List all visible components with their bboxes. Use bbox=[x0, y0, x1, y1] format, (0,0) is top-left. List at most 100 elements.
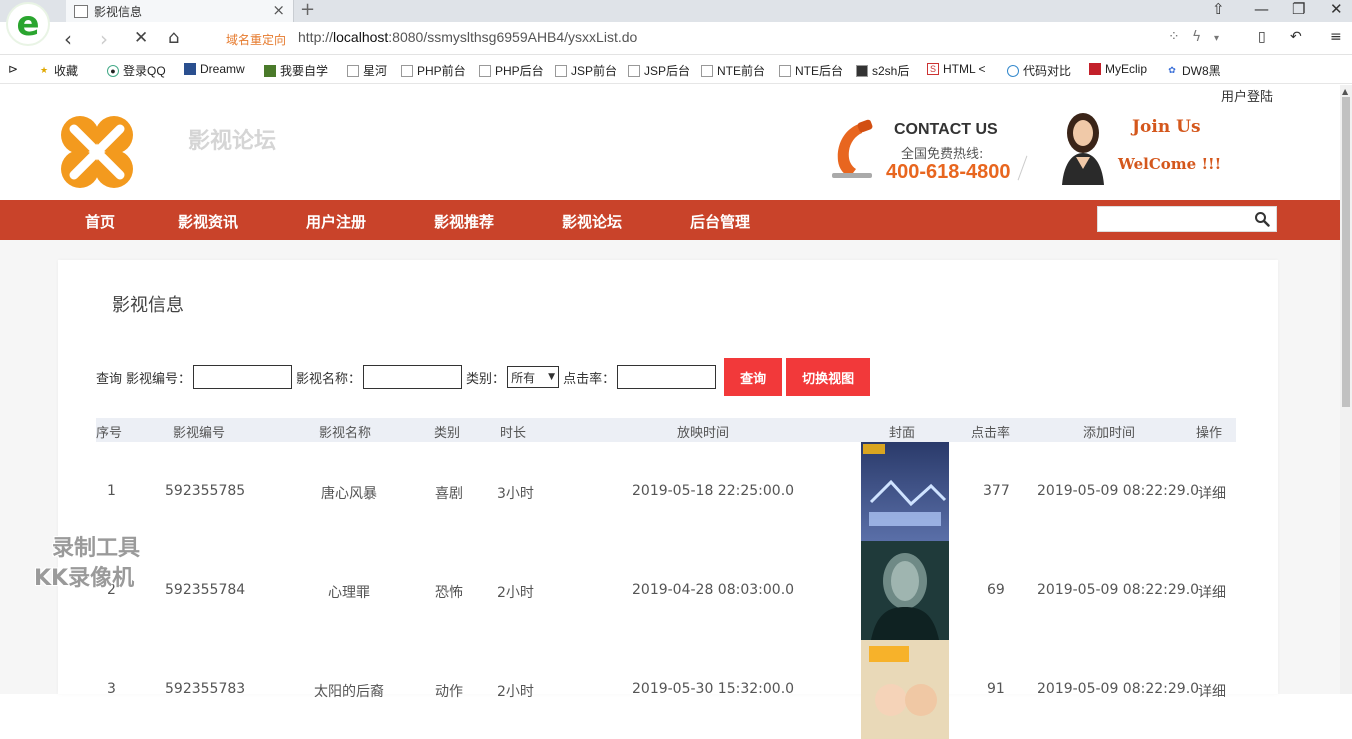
id-label: 影视编号： bbox=[126, 371, 192, 387]
close-tab-icon[interactable]: × bbox=[272, 1, 285, 19]
column-header: 操作 bbox=[1196, 426, 1223, 441]
cell-no: 3 bbox=[107, 681, 116, 697]
nav-news[interactable]: 影视资讯 bbox=[178, 211, 238, 232]
bookmark-item[interactable]: 我要自学 bbox=[264, 62, 328, 79]
table-row: 2 592355784 心理罪 恐怖 2小时 2019-04-28 08:03:… bbox=[96, 541, 1236, 640]
cover-image[interactable] bbox=[861, 640, 949, 739]
home-icon[interactable]: ⌂ bbox=[168, 27, 179, 48]
nav-recommend[interactable]: 影视推荐 bbox=[434, 211, 494, 232]
type-label: 类别： bbox=[466, 371, 506, 387]
bookmark-item[interactable]: Dreamw bbox=[184, 62, 245, 76]
undo-icon[interactable]: ↶ bbox=[1290, 29, 1302, 45]
nav-forum[interactable]: 影视论坛 bbox=[562, 211, 622, 232]
bookmark-item[interactable]: 星河 bbox=[347, 62, 387, 79]
bookmark-item[interactable]: ● 登录QQ bbox=[107, 62, 166, 79]
switch-view-button[interactable]: 切换视图 bbox=[786, 358, 871, 396]
cell-clicks: 91 bbox=[987, 681, 1005, 697]
site-search-input[interactable] bbox=[1097, 206, 1277, 232]
menu-icon[interactable]: ≡ bbox=[1330, 29, 1342, 45]
bookmark-item[interactable]: MyEclip bbox=[1089, 62, 1147, 76]
scrollbar-thumb[interactable] bbox=[1342, 97, 1350, 407]
search-icon[interactable] bbox=[1254, 211, 1270, 227]
bookmark-item[interactable]: PHP后台 bbox=[479, 62, 544, 79]
close-window-icon[interactable]: ✕ bbox=[1330, 0, 1343, 18]
name-label: 影视名称： bbox=[296, 371, 362, 387]
divider bbox=[1017, 155, 1028, 181]
cell-duration: 2小时 bbox=[497, 684, 534, 700]
nav-register[interactable]: 用户注册 bbox=[306, 211, 366, 232]
column-header: 影视名称 bbox=[319, 426, 372, 441]
detail-link[interactable]: 详细 bbox=[1198, 582, 1226, 602]
cell-duration: 2小时 bbox=[497, 585, 534, 601]
cell-name: 心理罪 bbox=[328, 585, 370, 601]
bookmark-item[interactable]: NTE前台 bbox=[701, 62, 765, 79]
cell-id: 592355784 bbox=[165, 582, 246, 598]
bookmark-page-icon[interactable]: ▯ bbox=[1258, 29, 1266, 45]
chevron-down-icon: ▼ bbox=[548, 372, 556, 382]
login-link[interactable]: 用户登陆 bbox=[1221, 86, 1273, 105]
web-page: 用户登陆 影视论坛 CONTACT US 全国免费热线: 400-618-480… bbox=[0, 85, 1340, 739]
bookmark-item[interactable]: PHP前台 bbox=[401, 62, 466, 79]
tab-title: 影视信息 bbox=[94, 4, 143, 19]
browser-tab[interactable]: 影视信息 × bbox=[66, 0, 294, 22]
cell-type: 喜剧 bbox=[435, 486, 463, 502]
bookmark-item[interactable]: ★ 收藏 bbox=[38, 62, 78, 79]
cell-show-time: 2019-05-30 15:32:00.0 bbox=[632, 681, 795, 697]
name-input[interactable] bbox=[363, 365, 463, 389]
detail-link[interactable]: 详细 bbox=[1198, 681, 1226, 701]
contact-phone: 400-618-4800 bbox=[886, 161, 1011, 183]
nav-home[interactable]: 首页 bbox=[85, 211, 115, 232]
url-field[interactable]: http://localhost:8080/ssmyslthsg6959AHB4… bbox=[298, 29, 637, 45]
lightning-icon[interactable]: ϟ bbox=[1192, 29, 1201, 45]
page-scrollbar[interactable]: ▲ bbox=[1340, 85, 1352, 694]
cell-no: 1 bbox=[107, 483, 116, 499]
cell-added-time: 2019-05-09 08:22:29.0 bbox=[1037, 483, 1200, 499]
cover-image[interactable] bbox=[861, 442, 949, 541]
address-bar: ‹ › ✕ ⌂ 域名重定向 http://localhost:8080/ssmy… bbox=[0, 22, 1352, 55]
cell-clicks: 69 bbox=[987, 582, 1005, 598]
minimize-icon[interactable]: — bbox=[1254, 0, 1269, 18]
sidebar-toggle-icon[interactable]: ⊳ bbox=[8, 62, 18, 76]
cell-added-time: 2019-05-09 08:22:29.0 bbox=[1037, 582, 1200, 598]
join-us-text: Join Us bbox=[1132, 117, 1201, 137]
bookmark-item[interactable]: ✿ DW8黑 bbox=[1166, 62, 1220, 79]
cell-id: 592355783 bbox=[165, 681, 246, 697]
contact-title: CONTACT US bbox=[894, 121, 998, 138]
stop-loading-icon[interactable]: ✕ bbox=[134, 28, 148, 48]
bookmark-item[interactable]: JSP前台 bbox=[555, 62, 617, 79]
bookmark-item[interactable]: NTE后台 bbox=[779, 62, 843, 79]
cover-image[interactable] bbox=[861, 541, 949, 640]
bookmark-item[interactable]: S HTML < bbox=[927, 62, 986, 76]
restore-icon[interactable]: ❐ bbox=[1292, 0, 1305, 18]
clicks-label: 点击率： bbox=[563, 371, 616, 387]
filter-bar: 查询 影视编号： 影视名称： 类别： 所有 ▼ 点击率： 查询 切换视图 bbox=[96, 358, 871, 396]
forward-icon[interactable]: › bbox=[100, 27, 108, 51]
back-icon[interactable]: ‹ bbox=[64, 27, 72, 51]
avatar bbox=[1062, 113, 1104, 185]
new-tab-icon[interactable]: + bbox=[300, 0, 315, 20]
content-panel: 影视信息 查询 影视编号： 影视名称： 类别： 所有 ▼ 点击率： 查询 切换视图… bbox=[58, 260, 1278, 739]
chevron-down-icon[interactable]: ▾ bbox=[1214, 33, 1219, 44]
column-header: 影视编号 bbox=[173, 426, 226, 441]
scroll-up-icon[interactable]: ▲ bbox=[1342, 87, 1348, 96]
table-row: 3 592355783 太阳的后裔 动作 2小时 2019-05-30 15:3… bbox=[96, 640, 1236, 739]
type-select[interactable]: 所有 ▼ bbox=[507, 366, 560, 388]
column-header: 点击率 bbox=[971, 426, 1011, 441]
bookmark-item[interactable]: 代码对比 bbox=[1007, 62, 1071, 79]
cell-type: 动作 bbox=[435, 684, 463, 700]
site-logo-icon[interactable] bbox=[58, 113, 136, 191]
id-input[interactable] bbox=[193, 365, 293, 389]
bookmark-item[interactable]: s2sh后 bbox=[856, 62, 909, 79]
browser-logo-icon: e bbox=[6, 2, 50, 46]
cell-name: 太阳的后裔 bbox=[314, 684, 384, 700]
grid-icon[interactable]: ⁘ bbox=[1168, 29, 1180, 45]
search-button[interactable]: 查询 bbox=[724, 358, 783, 396]
cell-id: 592355785 bbox=[165, 483, 246, 499]
detail-link[interactable]: 详细 bbox=[1198, 483, 1226, 503]
cell-name: 唐心风暴 bbox=[321, 486, 377, 502]
table-header: 序号 影视编号 影视名称 类别 时长 放映时间 封面 点击率 添加时间 操作 bbox=[96, 418, 1236, 442]
pin-icon[interactable]: ⇧ bbox=[1212, 0, 1225, 18]
bookmark-item[interactable]: JSP后台 bbox=[628, 62, 690, 79]
nav-admin[interactable]: 后台管理 bbox=[690, 211, 750, 232]
clicks-input[interactable] bbox=[617, 365, 717, 389]
